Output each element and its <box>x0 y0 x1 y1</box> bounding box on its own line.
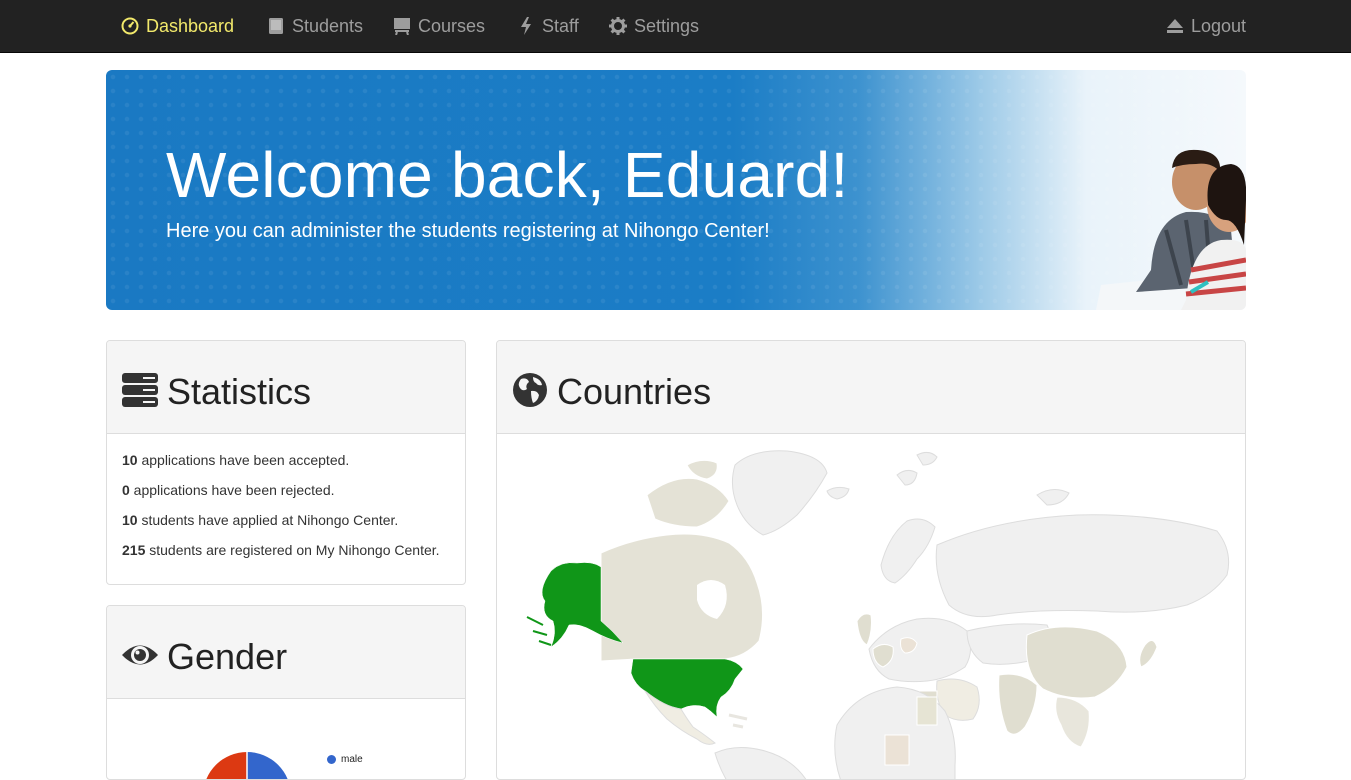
gender-title: Gender <box>167 636 288 677</box>
stat-registered-text: students are registered on My Nihongo Ce… <box>145 542 440 558</box>
nav-dashboard-label: Dashboard <box>146 15 235 36</box>
students-photo <box>1096 149 1246 310</box>
stat-rejected-text: applications have been rejected. <box>129 482 335 498</box>
legend-male-label: male <box>341 754 363 765</box>
nav-students[interactable]: Students <box>266 0 363 52</box>
nav-courses[interactable]: Courses <box>392 0 485 52</box>
blackboard-icon <box>392 16 412 36</box>
stat-accepted: 10 applications have been accepted. <box>122 452 349 468</box>
welcome-banner: Welcome back, Eduard! Here you can admin… <box>106 70 1246 310</box>
gender-pie-chart <box>206 752 288 779</box>
countries-panel: Countries <box>496 340 1246 780</box>
gender-legend-male: male <box>327 754 363 765</box>
globe-icon <box>513 373 547 407</box>
legend-male-swatch <box>327 755 336 764</box>
flash-icon <box>516 16 536 36</box>
eye-icon <box>122 645 158 665</box>
top-navbar: Dashboard Students Courses Staff Setting… <box>0 0 1351 53</box>
logout-label: Logout <box>1191 15 1247 36</box>
book-icon <box>266 16 286 36</box>
pie-slice-male <box>247 752 288 779</box>
nav-dashboard[interactable]: Dashboard <box>120 0 234 52</box>
welcome-title: Welcome back, Eduard! <box>166 139 849 211</box>
stat-applied: 10 students have applied at Nihongo Cent… <box>122 512 398 528</box>
nav-settings-label: Settings <box>634 15 700 36</box>
stat-applied-text: students have applied at Nihongo Center. <box>137 512 399 528</box>
stat-rejected: 0 applications have been rejected. <box>122 482 335 498</box>
nav-students-label: Students <box>292 15 364 36</box>
gender-panel: Gender male <box>106 605 466 780</box>
statistics-title: Statistics <box>167 371 312 412</box>
dashboard-icon <box>120 16 140 36</box>
stat-rejected-count: 0 <box>122 482 130 498</box>
statistics-panel-header: Statistics <box>107 341 465 434</box>
gender-panel-header: Gender <box>107 606 465 699</box>
world-map <box>526 450 1230 779</box>
pie-slice-female <box>206 752 247 779</box>
logout-link[interactable]: Logout <box>1165 0 1246 52</box>
nav-staff-label: Staff <box>542 15 579 36</box>
countries-title: Countries <box>557 371 712 412</box>
eject-icon <box>1165 16 1185 36</box>
stat-accepted-text: applications have been accepted. <box>137 452 350 468</box>
server-icon <box>122 373 158 407</box>
stat-registered: 215 students are registered on My Nihong… <box>122 542 440 558</box>
countries-panel-header: Countries <box>497 341 1245 434</box>
nav-staff[interactable]: Staff <box>516 0 579 52</box>
welcome-subtitle: Here you can administer the students reg… <box>166 220 770 242</box>
stat-accepted-count: 10 <box>122 452 138 468</box>
statistics-panel: Statistics 10 applications have been acc… <box>106 340 466 585</box>
cog-icon <box>608 16 628 36</box>
stat-registered-count: 215 <box>122 542 146 558</box>
nav-courses-label: Courses <box>418 15 486 36</box>
nav-settings[interactable]: Settings <box>608 0 699 52</box>
stat-applied-count: 10 <box>122 512 138 528</box>
